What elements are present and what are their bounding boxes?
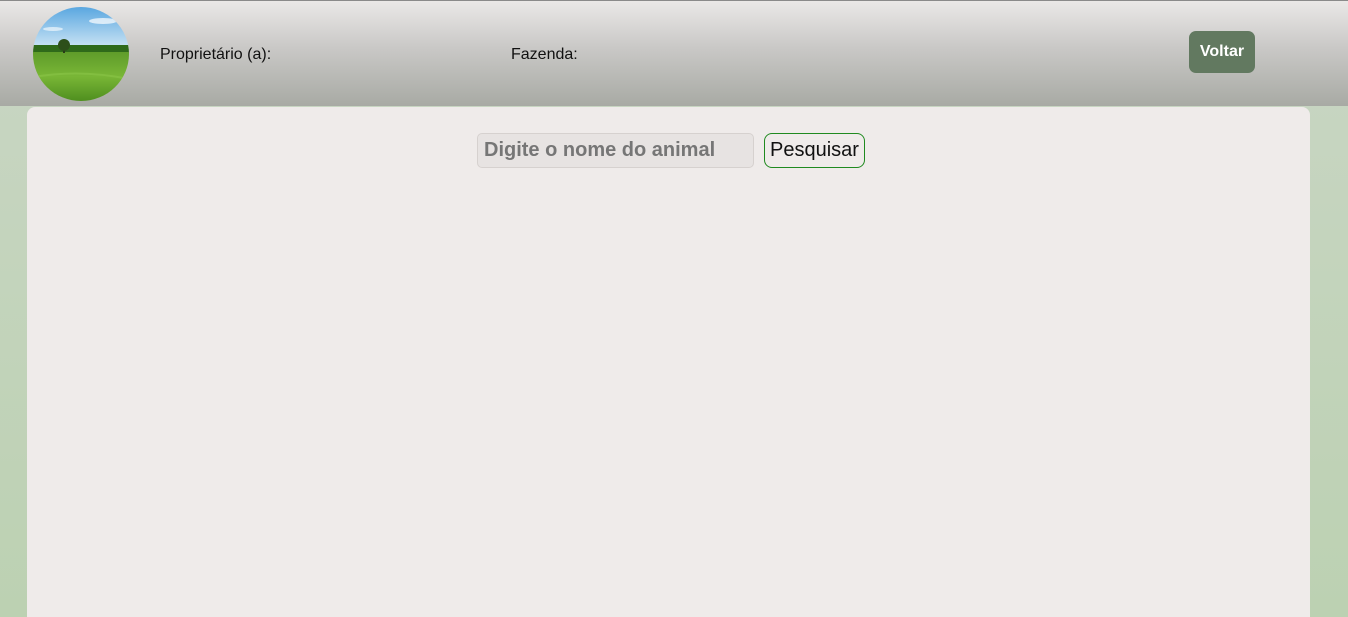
main-content-panel: Pesquisar: [27, 107, 1310, 617]
search-button[interactable]: Pesquisar: [764, 133, 865, 168]
animal-search-input[interactable]: [477, 133, 754, 168]
farm-avatar-image: [33, 7, 129, 101]
farm-label: Fazenda:: [511, 46, 578, 63]
top-header: Proprietário (a): Fazenda: Voltar: [0, 0, 1348, 106]
farm-landscape-icon: [33, 7, 129, 101]
owner-label: Proprietário (a):: [160, 46, 272, 63]
back-button[interactable]: Voltar: [1189, 31, 1255, 73]
